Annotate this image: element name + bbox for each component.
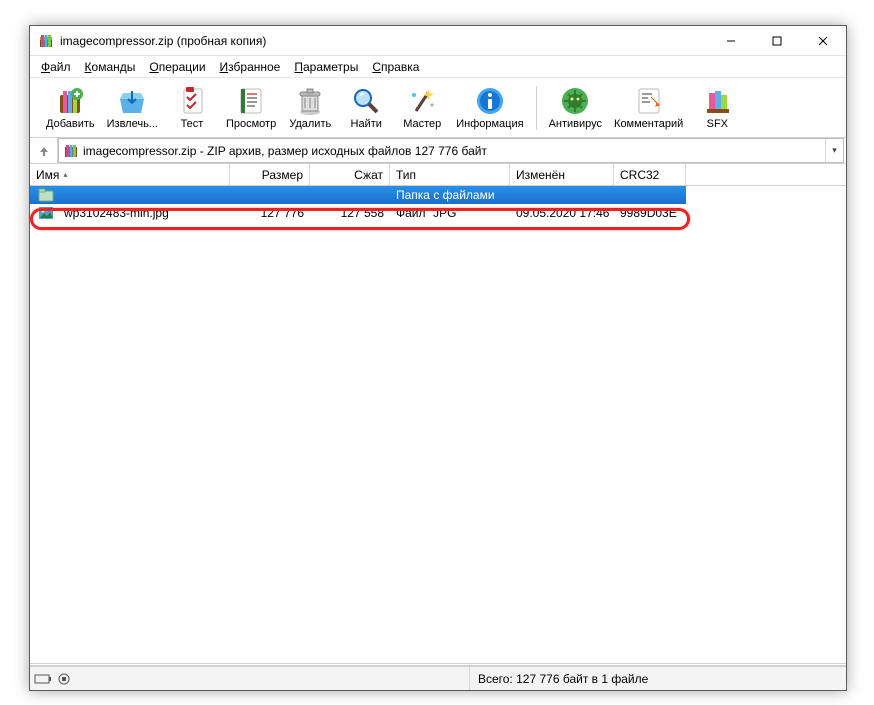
parent-folder-row[interactable]: Папка с файлами (30, 186, 686, 204)
window-title: imagecompressor.zip (пробная копия) (60, 34, 708, 48)
col-name[interactable]: Имя▴ (30, 164, 230, 185)
file-list[interactable]: Папка с файлами wp3102483-min.jpg 127 77… (30, 186, 846, 645)
maximize-button[interactable] (754, 26, 800, 55)
battery-icon (34, 674, 54, 684)
file-packed: 127 558 (310, 206, 390, 220)
tool-test[interactable]: Тест (166, 83, 218, 132)
tool-view[interactable]: Просмотр (222, 83, 280, 132)
archive-icon (63, 143, 79, 159)
menu-файл[interactable]: Файл (34, 58, 78, 76)
status-text: Всего: 127 776 байт в 1 файле (470, 672, 846, 686)
address-combo[interactable]: imagecompressor.zip - ZIP архив, размер … (58, 138, 844, 163)
comment-icon (633, 85, 665, 117)
view-icon (235, 85, 267, 117)
tool-wizard[interactable]: Мастер (396, 83, 448, 132)
plug-icon (58, 673, 72, 685)
extract-icon (116, 85, 148, 117)
file-name: wp3102483-min.jpg (58, 206, 230, 220)
delete-icon (294, 85, 326, 117)
tool-info[interactable]: Информация (452, 83, 527, 132)
menu-команды[interactable]: Команды (78, 58, 143, 76)
wizard-icon (406, 85, 438, 117)
col-size[interactable]: Размер (230, 164, 310, 185)
col-type[interactable]: Тип (390, 164, 510, 185)
tool-antivirus[interactable]: Антивирус (545, 83, 606, 132)
address-dropdown[interactable]: ▾ (825, 139, 843, 162)
close-button[interactable] (800, 26, 846, 55)
column-headers: Имя▴ Размер Сжат Тип Изменён CRC32 (30, 164, 846, 186)
toolbar: ДобавитьИзвлечь...ТестПросмотрУдалитьНай… (30, 78, 846, 138)
image-file-icon (38, 206, 54, 220)
tool-find[interactable]: Найти (340, 83, 392, 132)
menu-избранное[interactable]: Избранное (213, 58, 288, 76)
minimize-button[interactable] (708, 26, 754, 55)
menu-параметры[interactable]: Параметры (287, 58, 365, 76)
toolbar-separator (536, 86, 537, 130)
up-arrow-icon (37, 144, 51, 158)
file-modified: 09.05.2020 17:46 (510, 206, 614, 220)
file-type: Файл "JPG" (390, 206, 510, 220)
file-crc: 9989D03E (614, 206, 686, 220)
tool-add[interactable]: Добавить (42, 83, 99, 132)
winrar-window: imagecompressor.zip (пробная копия) Файл… (29, 25, 847, 691)
info-icon (474, 85, 506, 117)
sfx-icon (701, 85, 733, 117)
file-size: 127 776 (230, 206, 310, 220)
file-row[interactable]: wp3102483-min.jpg 127 776 127 558 Файл "… (30, 204, 846, 222)
col-modified[interactable]: Изменён (510, 164, 614, 185)
menu-операции[interactable]: Операции (142, 58, 212, 76)
col-packed[interactable]: Сжат (310, 164, 390, 185)
tool-comment[interactable]: Комментарий (610, 83, 687, 132)
parent-type: Папка с файлами (390, 188, 510, 202)
sort-indicator-icon: ▴ (63, 170, 67, 179)
menubar: ФайлКомандыОперацииИзбранноеПараметрыСпр… (30, 56, 846, 78)
statusbar: Всего: 127 776 байт в 1 файле (30, 666, 846, 690)
antivirus-icon (559, 85, 591, 117)
tool-sfx[interactable]: SFX (691, 83, 743, 132)
folder-icon (38, 188, 54, 202)
add-icon (54, 85, 86, 117)
up-button[interactable] (30, 138, 58, 163)
tool-delete[interactable]: Удалить (284, 83, 336, 132)
tool-extract[interactable]: Извлечь... (103, 83, 162, 132)
test-icon (176, 85, 208, 117)
col-crc[interactable]: CRC32 (614, 164, 686, 185)
app-icon (38, 33, 54, 49)
find-icon (350, 85, 382, 117)
menu-справка[interactable]: Справка (365, 58, 426, 76)
address-bar: imagecompressor.zip - ZIP архив, размер … (30, 138, 846, 164)
address-text: imagecompressor.zip - ZIP архив, размер … (83, 144, 825, 158)
titlebar: imagecompressor.zip (пробная копия) (30, 26, 846, 56)
